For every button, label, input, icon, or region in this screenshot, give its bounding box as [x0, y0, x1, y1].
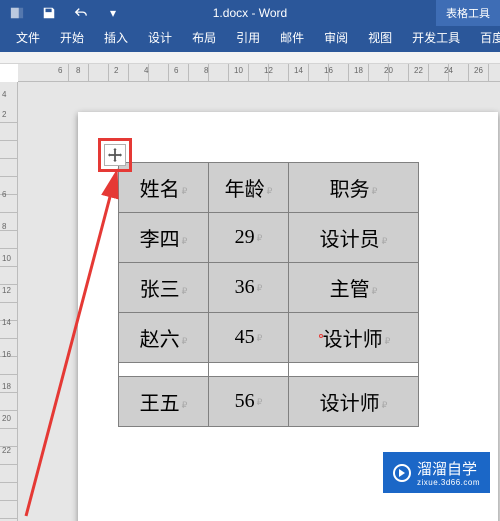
table-cell[interactable]: 36₽ — [209, 263, 289, 313]
ruler-tick: 2 — [114, 66, 118, 75]
tab-file[interactable]: 文件 — [6, 24, 50, 52]
document-table[interactable]: 姓名₽ 年龄₽ 职务₽ 李四₽ 29₽ 设计员₽ 张三₽ 36₽ 主管₽ 赵六₽… — [118, 162, 419, 427]
ruler-tick: 6 — [2, 190, 6, 199]
ruler-tick: 8 — [2, 222, 6, 231]
ruler-tick: 22 — [414, 66, 423, 75]
cell-marker-icon: ₽ — [382, 400, 388, 410]
cell-marker-icon: ₽ — [182, 336, 188, 346]
ruler-tick: 16 — [2, 350, 11, 359]
cell-marker-icon: ₽ — [382, 236, 388, 246]
cell-marker-icon: ₽ — [372, 286, 378, 296]
tab-design[interactable]: 设计 — [138, 24, 182, 52]
cell-marker-icon: ₽ — [267, 186, 273, 196]
cell-marker-icon: ₽ — [257, 233, 263, 243]
ruler-tick: 8 — [204, 66, 208, 75]
ribbon-tabs: 文件 开始 插入 设计 布局 引用 邮件 审阅 视图 开发工具 百度网盘 设计 … — [0, 26, 500, 52]
tab-baidu-netdisk[interactable]: 百度网盘 — [470, 24, 500, 52]
header-cell-name[interactable]: 姓名₽ — [119, 163, 209, 213]
title-bar: ▾ 1.docx - Word 表格工具 — [0, 0, 500, 26]
move-arrows-icon — [108, 148, 122, 162]
table-row[interactable]: 李四₽ 29₽ 设计员₽ — [119, 213, 419, 263]
header-cell-role[interactable]: 职务₽ — [289, 163, 419, 213]
ruler-tick: 10 — [234, 66, 243, 75]
undo-icon[interactable] — [74, 6, 88, 20]
ribbon-body-collapsed — [0, 52, 500, 64]
cell-marker-icon: ₽ — [182, 186, 188, 196]
ruler-tick: 8 — [76, 66, 80, 75]
cell-marker-icon: ₽ — [385, 336, 391, 346]
cell-marker-icon: ₽ — [182, 236, 188, 246]
ruler-tick: 26 — [474, 66, 483, 75]
document-title: 1.docx - Word — [213, 6, 287, 20]
table-cell[interactable]: 45₽ — [209, 313, 289, 363]
tab-review[interactable]: 审阅 — [314, 24, 358, 52]
table-cell[interactable]: 56₽ — [209, 377, 289, 427]
ruler-tick: 16 — [324, 66, 333, 75]
table-cell[interactable]: 设计师₽ — [289, 313, 419, 363]
table-blank-row[interactable] — [119, 363, 419, 377]
table-cell[interactable]: 主管₽ — [289, 263, 419, 313]
tab-layout[interactable]: 布局 — [182, 24, 226, 52]
ruler-tick: 10 — [2, 254, 11, 263]
ruler-tick: 14 — [2, 318, 11, 327]
context-tab-group-label: 表格工具 — [436, 0, 500, 26]
table-header-row[interactable]: 姓名₽ 年龄₽ 职务₽ — [119, 163, 419, 213]
ruler-tick: 22 — [2, 446, 11, 455]
watermark-url: zixue.3d66.com — [417, 479, 480, 487]
ruler-tick: 24 — [444, 66, 453, 75]
tab-developer[interactable]: 开发工具 — [402, 24, 470, 52]
horizontal-ruler[interactable]: 6 8 2 4 6 8 10 12 14 16 18 20 22 24 26 — [18, 64, 500, 82]
ruler-tick: 4 — [2, 90, 6, 99]
cell-marker-icon: ₽ — [257, 397, 263, 407]
ruler-tick: 20 — [384, 66, 393, 75]
watermark-brand: 溜溜自学 — [417, 461, 477, 478]
cell-marker-icon: ₽ — [257, 283, 263, 293]
table-move-handle[interactable] — [104, 144, 126, 166]
table-cell[interactable]: 设计员₽ — [289, 213, 419, 263]
watermark-badge: 溜溜自学 zixue.3d66.com — [383, 452, 490, 493]
ruler-tick: 6 — [174, 66, 178, 75]
tab-insert[interactable]: 插入 — [94, 24, 138, 52]
ruler-tick: 4 — [144, 66, 148, 75]
save-icon[interactable] — [42, 6, 56, 20]
table-cell[interactable]: 赵六₽ — [119, 313, 209, 363]
tab-home[interactable]: 开始 — [50, 24, 94, 52]
table-row[interactable]: 赵六₽ 45₽ 设计师₽ — [119, 313, 419, 363]
ruler-tick: 18 — [2, 382, 11, 391]
table-cell[interactable]: 设计师₽ — [289, 377, 419, 427]
tab-view[interactable]: 视图 — [358, 24, 402, 52]
cell-marker-icon: ₽ — [182, 400, 188, 410]
ruler-tick: 2 — [2, 110, 6, 119]
tab-references[interactable]: 引用 — [226, 24, 270, 52]
table-cell[interactable]: 李四₽ — [119, 213, 209, 263]
ruler-tick: 6 — [58, 66, 62, 75]
table-cell[interactable]: 王五₽ — [119, 377, 209, 427]
vertical-ruler[interactable]: 4 2 6 8 10 12 14 16 18 20 22 — [0, 82, 18, 521]
cell-marker-icon: ₽ — [257, 333, 263, 343]
ruler-tick: 14 — [294, 66, 303, 75]
cell-marker-icon: ₽ — [372, 186, 378, 196]
tab-mailings[interactable]: 邮件 — [270, 24, 314, 52]
play-icon — [393, 464, 411, 482]
cell-marker-icon: ₽ — [182, 286, 188, 296]
qat-customize-icon[interactable]: ▾ — [106, 6, 120, 20]
table-cell[interactable]: 29₽ — [209, 213, 289, 263]
ruler-tick: 20 — [2, 414, 11, 423]
quick-access-toolbar: ▾ — [0, 6, 120, 20]
header-cell-age[interactable]: 年龄₽ — [209, 163, 289, 213]
word-app-icon[interactable] — [10, 6, 24, 20]
ruler-tick: 18 — [354, 66, 363, 75]
table-row[interactable]: 王五₽ 56₽ 设计师₽ — [119, 377, 419, 427]
ruler-tick: 12 — [264, 66, 273, 75]
table-row[interactable]: 张三₽ 36₽ 主管₽ — [119, 263, 419, 313]
table-cell[interactable]: 张三₽ — [119, 263, 209, 313]
ruler-tick: 12 — [2, 286, 11, 295]
